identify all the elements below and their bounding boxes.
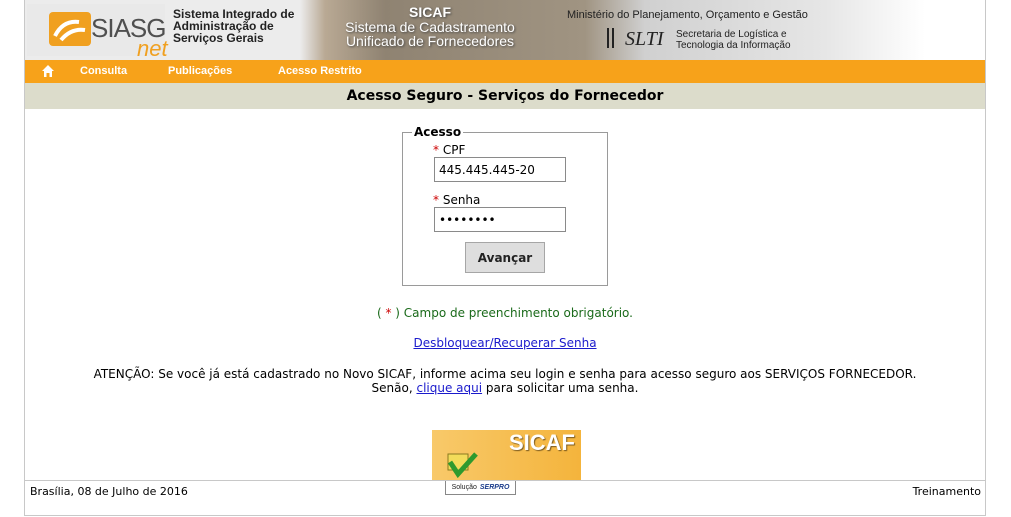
siasg-logo: SIASG net <box>27 4 168 60</box>
slti-description-line: Secretaria de Logística e <box>676 29 787 40</box>
required-mark: * <box>433 143 439 157</box>
sicaf-badge-text: SICAF <box>509 430 575 455</box>
required-note-text: ) Campo de preenchimento obrigatório. <box>391 306 633 320</box>
serpro-brand: SERPRO <box>479 484 510 491</box>
serpro-logo: Solução SERPRO <box>445 481 516 495</box>
ministry-name: Ministério do Planejamento, Orçamento e … <box>567 9 808 21</box>
slti-logo: SLTI <box>625 28 664 50</box>
sicaf-heading: SICAF Sistema de Cadastramento Unificado… <box>325 4 535 48</box>
page-title: Acesso Seguro - Serviços do Fornecedor <box>25 83 985 109</box>
page-frame: SIASG net Sistema Integrado de Administr… <box>24 0 986 516</box>
password-label: * Senha <box>433 193 480 207</box>
nav-item-publicacoes[interactable]: Publicações <box>168 65 232 77</box>
recover-password-link[interactable]: Desbloquear/Recuperar Senha <box>25 336 985 350</box>
sicaf-subtitle-line: Unificado de Fornecedores <box>345 33 515 49</box>
password-label-text: Senha <box>442 193 481 207</box>
system-name-line: Serviços Gerais <box>173 31 264 45</box>
slti-logo-bar <box>607 28 609 48</box>
header-banner: SIASG net Sistema Integrado de Administr… <box>25 0 985 60</box>
nav-item-consulta[interactable]: Consulta <box>80 65 127 77</box>
sicaf-title: SICAF <box>409 4 451 20</box>
request-password-link[interactable]: clique aqui <box>416 381 482 395</box>
nav-item-acesso-restrito[interactable]: Acesso Restrito <box>278 65 362 77</box>
siasg-logo-icon <box>49 12 91 46</box>
environment-label: Treinamento <box>912 485 981 498</box>
slti-description-line: Tecnologia da Informação <box>676 40 791 51</box>
checkmark-icon <box>446 452 480 481</box>
required-mark: * <box>433 193 439 207</box>
recover-password-link-text[interactable]: Desbloquear/Recuperar Senha <box>413 336 596 350</box>
attention-prefix: Senão, <box>371 381 417 395</box>
cpf-label: * CPF <box>433 143 465 157</box>
login-legend: Acesso <box>412 125 464 139</box>
sicaf-badge: SICAF <box>432 430 581 480</box>
attention-line-2: Senão, clique aqui para solicitar uma se… <box>25 381 985 395</box>
attention-line: ATENÇÃO: Se você já está cadastrado no N… <box>93 367 917 381</box>
serpro-label: Solução <box>451 484 477 491</box>
advance-button[interactable]: Avançar <box>465 242 545 273</box>
logo-subtext: net <box>137 36 168 60</box>
footer-date: Brasília, 08 de Julho de 2016 <box>30 485 188 498</box>
cpf-label-text: CPF <box>442 143 466 157</box>
password-input[interactable] <box>434 207 566 232</box>
top-nav: Consulta Publicações Acesso Restrito <box>25 60 985 83</box>
required-field-note: ( * ) Campo de preenchimento obrigatório… <box>25 306 985 320</box>
home-icon[interactable] <box>41 64 55 78</box>
slti-logo-bar <box>612 28 614 48</box>
cpf-input[interactable] <box>434 157 566 182</box>
attention-message: ATENÇÃO: Se você já está cadastrado no N… <box>25 367 985 395</box>
slti-description: Secretaria de Logística e Tecnologia da … <box>676 29 791 51</box>
system-name: Sistema Integrado de Administração de Se… <box>173 8 313 44</box>
attention-suffix: para solicitar uma senha. <box>482 381 639 395</box>
sicaf-subtitle-line: Sistema de Cadastramento <box>345 19 515 35</box>
